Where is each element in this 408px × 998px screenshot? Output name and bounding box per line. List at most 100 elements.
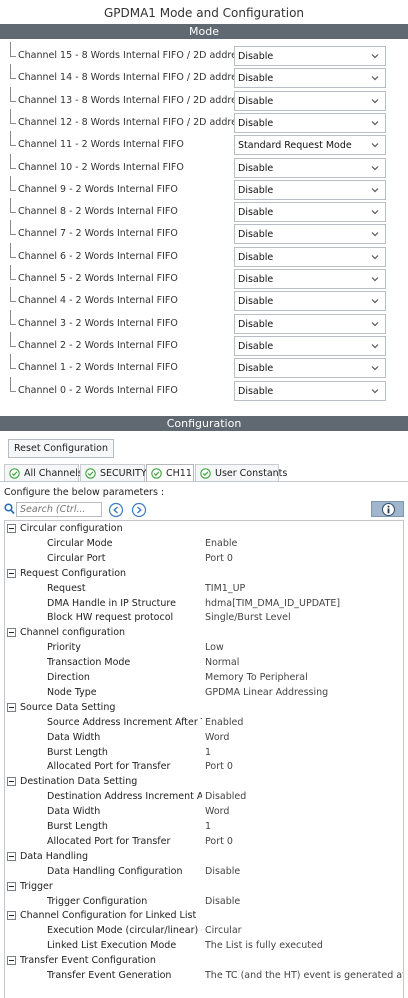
parameter-value[interactable]: GPDMA Linear Addressing [205, 687, 403, 698]
parameter-row[interactable]: Request TIM1_UP [5, 582, 403, 597]
parameter-value[interactable]: TIM1_UP [205, 583, 403, 594]
parameter-group-row[interactable]: Circular configuration [5, 522, 403, 537]
tab-all-channels[interactable]: All Channels [4, 464, 83, 482]
parameter-row[interactable]: Node Type GPDMA Linear Addressing [5, 686, 403, 701]
parameter-group-row[interactable]: Destination Data Setting [5, 775, 403, 790]
parameter-row[interactable]: Priority Low [5, 641, 403, 656]
parameter-group-row[interactable]: Request Configuration [5, 567, 403, 582]
parameter-value[interactable]: Disable [205, 896, 403, 907]
reset-configuration-button[interactable]: Reset Configuration [8, 439, 114, 458]
parameter-value[interactable]: Enable [205, 538, 403, 549]
parameter-group-row[interactable]: Channel Configuration for Linked List [5, 909, 403, 924]
parameter-row[interactable]: Data Width Word [5, 731, 403, 746]
parameter-group-row[interactable]: Transfer Event Configuration [5, 954, 403, 969]
parameter-value[interactable]: Memory To Peripheral [205, 672, 403, 683]
channel-mode-select[interactable]: Disable [234, 157, 386, 178]
parameter-value[interactable]: Port 0 [205, 553, 403, 564]
parameter-value[interactable]: Disable [205, 866, 403, 877]
parameter-row[interactable]: Allocated Port for Transfer Port 0 [5, 835, 403, 850]
parameter-value[interactable]: Circular [205, 925, 403, 936]
parameter-name: Burst Length [47, 746, 108, 758]
parameter-row[interactable]: DMA Handle in IP Structure hdma[TIM_DMA_I… [5, 597, 403, 612]
parameter-row[interactable]: Transaction Mode Normal [5, 656, 403, 671]
tab-user-constants[interactable]: User Constants [195, 464, 287, 482]
parameter-value[interactable]: Enabled [205, 717, 403, 728]
search-previous-icon[interactable] [108, 502, 124, 518]
parameter-row[interactable]: Source Address Increment After Tran...En… [5, 716, 403, 731]
search-next-icon[interactable] [131, 502, 147, 518]
channel-mode-select[interactable]: Disable [234, 358, 386, 379]
channel-mode-select[interactable]: Disable [234, 380, 386, 401]
search-icon[interactable] [4, 503, 15, 515]
parameter-name: Priority [47, 642, 81, 654]
collapse-toggle-icon[interactable] [7, 911, 16, 921]
parameter-value[interactable]: Low [205, 642, 403, 653]
parameter-value[interactable]: The List is fully executed [205, 940, 403, 951]
parameter-row[interactable]: Execution Mode (circular/linear) of t...… [5, 924, 403, 939]
parameter-value[interactable]: 1 [205, 821, 403, 832]
parameter-group-row[interactable]: Channel configuration [5, 626, 403, 641]
channel-mode-select[interactable]: Disable [234, 68, 386, 89]
channel-mode-select[interactable]: Disable [234, 179, 386, 200]
collapse-toggle-icon[interactable] [7, 702, 16, 712]
parameter-group-row[interactable]: Data Handling [5, 850, 403, 865]
parameter-row[interactable]: Destination Address Increment After ...D… [5, 790, 403, 805]
channel-mode-row: Channel 5 - 2 Words Internal FIFO Disable [10, 265, 390, 291]
collapse-toggle-icon[interactable] [7, 956, 16, 966]
parameter-value[interactable]: The TC (and the HT) event is generated a… [205, 970, 403, 981]
collapse-toggle-icon[interactable] [7, 851, 16, 861]
parameter-value[interactable]: Disabled [205, 791, 403, 802]
tab-ch11[interactable]: CH11 [146, 464, 194, 482]
search-field[interactable] [16, 502, 102, 517]
parameter-value[interactable]: Word [205, 806, 403, 817]
parameter-row[interactable]: Burst Length 1 [5, 746, 403, 761]
search-input[interactable] [20, 503, 100, 516]
channel-mode-select[interactable]: Disable [234, 335, 386, 356]
parameter-name: Data Width [47, 806, 101, 818]
parameter-row[interactable]: Data Handling Configuration Disable [5, 865, 403, 880]
parameter-group-row[interactable]: Source Data Setting [5, 701, 403, 716]
channel-mode-select[interactable]: Disable [234, 246, 386, 267]
collapse-toggle-icon[interactable] [7, 777, 16, 787]
channel-mode-row: Channel 10 - 2 Words Internal FIFO Disabl… [10, 153, 390, 180]
parameter-row[interactable]: Burst Length 1 [5, 820, 403, 835]
parameter-value[interactable]: Word [205, 732, 403, 743]
channel-mode-select[interactable]: Disable [234, 46, 386, 66]
parameter-value[interactable]: Port 0 [205, 836, 403, 847]
info-button[interactable] [371, 501, 404, 517]
channel-mode-select[interactable]: Disable [234, 202, 386, 223]
collapse-toggle-icon[interactable] [7, 881, 16, 891]
parameter-value[interactable]: Port 0 [205, 761, 403, 772]
parameter-row[interactable]: Circular Mode Enable [5, 537, 403, 552]
channel-mode-value: Disable [238, 207, 274, 219]
channel-mode-select[interactable]: Disable [234, 224, 386, 245]
parameter-row[interactable]: Data Width Word [5, 805, 403, 820]
parameter-value[interactable]: hdma[TIM_DMA_ID_UPDATE] [205, 598, 403, 609]
channel-mode-row: Channel 4 - 2 Words Internal FIFO Disable [10, 287, 390, 313]
parameter-row[interactable]: Block HW request protocol Single/Burst Le… [5, 611, 403, 626]
parameter-value[interactable]: Single/Burst Level [205, 612, 403, 623]
parameter-row[interactable]: Trigger Configuration Disable [5, 895, 403, 910]
parameter-row[interactable]: Transfer Event Generation The TC (and the… [5, 969, 403, 984]
channel-mode-select[interactable]: Disable [234, 313, 386, 334]
tab-security[interactable]: SECURITY [80, 464, 147, 482]
channel-mode-select[interactable]: Disable [234, 112, 386, 133]
collapse-toggle-icon[interactable] [7, 568, 16, 578]
parameter-row[interactable]: Linked List Execution Mode The List is fu… [5, 939, 403, 954]
collapse-toggle-icon[interactable] [7, 628, 16, 638]
parameter-row[interactable]: Direction Memory To Peripheral [5, 671, 403, 686]
parameter-group-row[interactable]: Trigger [5, 880, 403, 895]
channel-mode-select[interactable]: Disable [234, 269, 386, 289]
parameter-value[interactable]: 1 [205, 747, 403, 758]
parameter-name: Burst Length [47, 821, 108, 832]
parameter-row[interactable]: Allocated Port for Transfer Port 0 [5, 760, 403, 775]
channel-mode-select[interactable]: Standard Request Mode [234, 135, 386, 156]
mode-channel-list: Channel 15 - 8 Words Internal FIFO / 2D … [0, 39, 408, 408]
chevron-down-icon [371, 210, 379, 215]
parameter-value[interactable]: Normal [205, 657, 403, 668]
channel-mode-select[interactable]: Disable [234, 291, 386, 312]
channel-label: Channel 13 - 8 Words Internal FIFO / 2D … [18, 94, 262, 106]
collapse-toggle-icon[interactable] [7, 524, 16, 533]
channel-mode-select[interactable]: Disable [234, 90, 386, 111]
parameter-row[interactable]: Circular Port Port 0 [5, 552, 403, 567]
